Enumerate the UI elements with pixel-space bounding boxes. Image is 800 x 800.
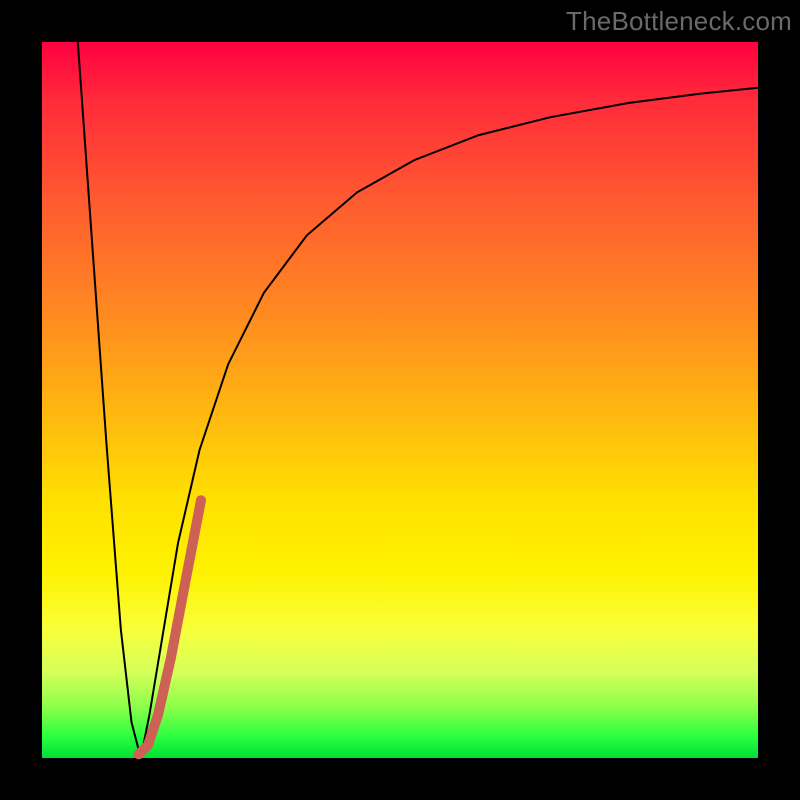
series-highlight-segment (139, 500, 201, 754)
watermark-text: TheBottleneck.com (566, 6, 792, 37)
series-bottleneck-curve (78, 42, 758, 758)
chart-frame: TheBottleneck.com (0, 0, 800, 800)
curve-layer (0, 0, 800, 800)
